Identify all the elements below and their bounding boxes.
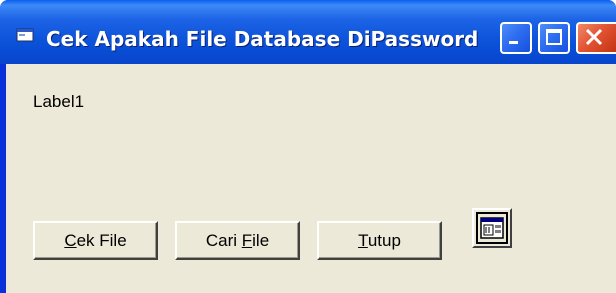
maximize-icon: [546, 29, 562, 45]
close-icon: [585, 28, 603, 46]
common-dialog-control-icon: [480, 217, 504, 239]
application-window: Cek Apakah File Database DiPassword Labe…: [0, 0, 616, 293]
form-window-icon: [16, 28, 34, 42]
window-title: Cek Apakah File Database DiPassword: [46, 27, 479, 51]
cari-file-button[interactable]: Cari File: [175, 221, 300, 260]
cek-file-mnemonic: C: [64, 231, 77, 250]
cari-file-suffix: ile: [252, 231, 270, 250]
minimize-icon: [509, 41, 518, 44]
form-client-area: Label1 Cek File Cari File Tutup: [6, 64, 616, 293]
label1: Label1: [33, 92, 85, 111]
cek-file-button[interactable]: Cek File: [33, 221, 158, 260]
maximize-button[interactable]: [538, 22, 570, 54]
common-dialog-control[interactable]: [472, 208, 512, 248]
tutup-button[interactable]: Tutup: [317, 221, 442, 260]
close-button[interactable]: [576, 22, 616, 54]
cari-file-prefix: Cari: [205, 231, 242, 250]
cari-file-mnemonic: F: [241, 231, 253, 250]
minimize-button[interactable]: [500, 22, 532, 54]
title-bar[interactable]: Cek Apakah File Database DiPassword: [0, 0, 616, 64]
cek-file-suffix: ek File: [76, 231, 127, 250]
tutup-mnemonic: T: [358, 231, 368, 250]
tutup-suffix: utup: [367, 231, 401, 250]
